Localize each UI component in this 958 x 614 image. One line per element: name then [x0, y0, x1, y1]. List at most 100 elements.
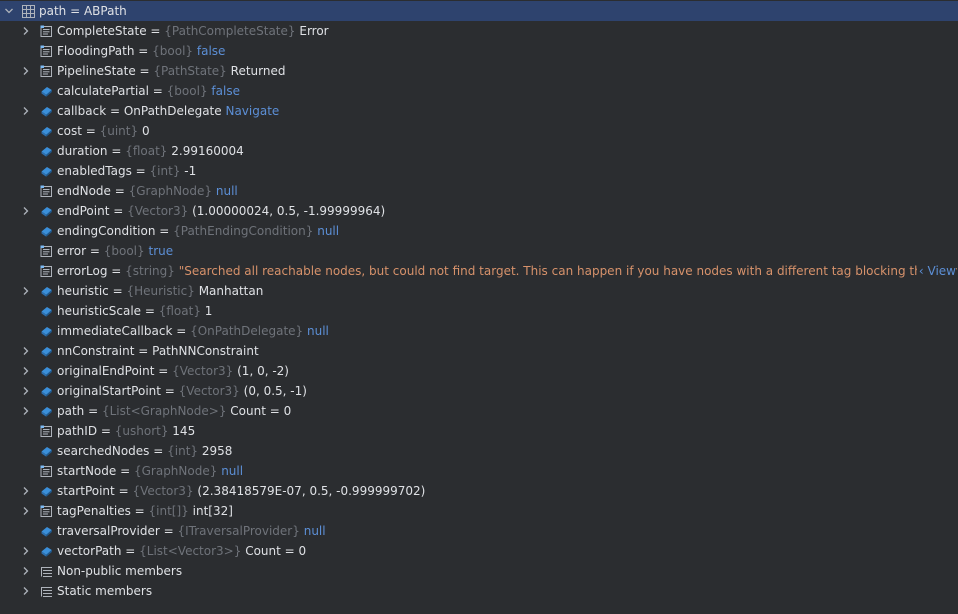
- chevron-right-icon[interactable]: [18, 201, 34, 221]
- field-icon: [39, 144, 53, 158]
- field-icon: [39, 204, 53, 218]
- tree-row[interactable]: endPoint = {Vector3} (1.00000024, 0.5, -…: [0, 201, 958, 221]
- tree-row[interactable]: duration = {float} 2.99160004: [0, 141, 958, 161]
- row-label: endingCondition = {PathEndingCondition} …: [57, 221, 339, 241]
- field-icon: [39, 324, 53, 338]
- variable-name: callback: [57, 104, 107, 118]
- row-label: nnConstraint = PathNNConstraint: [57, 341, 259, 361]
- chevron-right-icon[interactable]: [18, 381, 34, 401]
- row-label: traversalProvider = {ITraversalProvider}…: [57, 521, 326, 541]
- tree-row[interactable]: immediateCallback = {OnPathDelegate} nul…: [0, 321, 958, 341]
- chevron-right-icon[interactable]: [18, 541, 34, 561]
- equals-sign: =: [106, 104, 124, 118]
- variable-type: {float}: [158, 304, 201, 318]
- tree-row[interactable]: CompleteState = {PathCompleteState} Erro…: [0, 21, 958, 41]
- tree-row[interactable]: calculatePartial = {bool} false: [0, 81, 958, 101]
- tree-row[interactable]: traversalProvider = {ITraversalProvider}…: [0, 521, 958, 541]
- equals-sign: =: [97, 424, 115, 438]
- tree-row[interactable]: heuristic = {Heuristic} Manhattan: [0, 281, 958, 301]
- variable-name: FloodingPath: [57, 44, 135, 58]
- equals-sign: =: [146, 24, 165, 38]
- tree-row[interactable]: heuristicScale = {float} 1: [0, 301, 958, 321]
- variable-type: {ushort}: [114, 424, 169, 438]
- tree-row[interactable]: enabledTags = {int} -1: [0, 161, 958, 181]
- tree-row[interactable]: FloodingPath = {bool} false: [0, 41, 958, 61]
- tree-row[interactable]: originalStartPoint = {Vector3} (0, 0.5, …: [0, 381, 958, 401]
- equals-sign: =: [149, 444, 168, 458]
- chevron-right-icon[interactable]: [18, 481, 34, 501]
- tree-row[interactable]: vectorPath = {List<Vector3>} Count = 0: [0, 541, 958, 561]
- variable-name: enabledTags: [57, 164, 132, 178]
- variable-value: Count = 0: [245, 544, 307, 558]
- variable-type: {int}: [149, 164, 181, 178]
- row-label: error = {bool} true: [57, 241, 173, 261]
- row-label: PipelineState = {PathState} Returned: [57, 61, 285, 81]
- tree-row[interactable]: pathID = {ushort} 145: [0, 421, 958, 441]
- chevron-down-icon[interactable]: [1, 1, 17, 21]
- chevron-right-icon[interactable]: [18, 101, 34, 121]
- chevron-right-icon[interactable]: [18, 281, 34, 301]
- tree-root-row[interactable]: path = ABPath: [0, 1, 958, 21]
- variable-value: null: [303, 524, 326, 538]
- tree-row[interactable]: searchedNodes = {int} 2958: [0, 441, 958, 461]
- variable-type: {string}: [125, 264, 175, 278]
- tree-row[interactable]: error = {bool} true: [0, 241, 958, 261]
- chevron-right-icon[interactable]: [18, 501, 34, 521]
- field-icon: [39, 284, 53, 298]
- row-label: duration = {float} 2.99160004: [57, 141, 244, 161]
- tree-row[interactable]: originalEndPoint = {Vector3} (1, 0, -2): [0, 361, 958, 381]
- variable-value: (1, 0, -2): [237, 364, 289, 378]
- variable-type: {GraphNode}: [128, 184, 213, 198]
- variable-value: (1.00000024, 0.5, -1.99999964): [192, 204, 386, 218]
- chevron-right-icon[interactable]: [18, 21, 34, 41]
- tree-row[interactable]: endNode = {GraphNode} null: [0, 181, 958, 201]
- tree-group-row[interactable]: Static members: [0, 581, 958, 601]
- field-icon: [39, 224, 53, 238]
- field-icon: [39, 84, 53, 98]
- field-icon: [39, 544, 53, 558]
- delegate-target-link[interactable]: Navigate: [225, 104, 279, 118]
- variable-name: originalEndPoint: [57, 364, 155, 378]
- tree-row[interactable]: tagPenalties = {int[]} int[32]: [0, 501, 958, 521]
- row-label: endPoint = {Vector3} (1.00000024, 0.5, -…: [57, 201, 385, 221]
- tree-row[interactable]: endingCondition = {PathEndingCondition} …: [0, 221, 958, 241]
- tree-row[interactable]: PipelineState = {PathState} Returned: [0, 61, 958, 81]
- equals-sign: =: [107, 264, 126, 278]
- variable-value: null: [215, 184, 238, 198]
- tree-row[interactable]: errorLog = {string} "Searched all reacha…: [0, 261, 958, 281]
- field-icon: [39, 164, 53, 178]
- tree-row[interactable]: path = {List<GraphNode>} Count = 0: [0, 401, 958, 421]
- variable-type: {Vector3}: [132, 484, 194, 498]
- view-string-link[interactable]: ‹ View: [916, 261, 956, 281]
- chevron-right-icon[interactable]: [18, 401, 34, 421]
- row-label: path = {List<GraphNode>} Count = 0: [57, 401, 291, 421]
- row-label: pathID = {ushort} 145: [57, 421, 195, 441]
- variable-value: (0, 0.5, -1): [243, 384, 307, 398]
- tree-row[interactable]: startPoint = {Vector3} (2.38418579E-07, …: [0, 481, 958, 501]
- variable-value: OnPathDelegate: [123, 104, 222, 118]
- chevron-right-icon[interactable]: [18, 561, 34, 581]
- variable-value: 2958: [201, 444, 233, 458]
- chevron-right-icon[interactable]: [18, 61, 34, 81]
- members-group-icon: [39, 564, 53, 578]
- root-value: ABPath: [83, 4, 127, 18]
- variable-name: calculatePartial: [57, 84, 149, 98]
- chevron-right-icon[interactable]: [18, 581, 34, 601]
- property-icon: [39, 504, 53, 518]
- chevron-right-icon[interactable]: [18, 361, 34, 381]
- debugger-variables-tree: path = ABPath CompleteState = {PathCompl…: [0, 0, 958, 614]
- row-label: callback = OnPathDelegate Navigate: [57, 101, 279, 121]
- variable-name: startPoint: [57, 484, 115, 498]
- variable-name: vectorPath: [57, 544, 122, 558]
- tree-group-row[interactable]: Non-public members: [0, 561, 958, 581]
- variable-name: nnConstraint: [57, 344, 135, 358]
- variable-value: (2.38418579E-07, 0.5, -0.999999702): [197, 484, 426, 498]
- tree-row[interactable]: callback = OnPathDelegate Navigate: [0, 101, 958, 121]
- equals-sign: =: [134, 44, 153, 58]
- chevron-right-icon[interactable]: [18, 341, 34, 361]
- tree-row[interactable]: cost = {uint} 0: [0, 121, 958, 141]
- tree-row[interactable]: startNode = {GraphNode} null: [0, 461, 958, 481]
- property-icon: [39, 184, 53, 198]
- variable-value: "Searched all reachable nodes, but could…: [178, 264, 958, 278]
- tree-row[interactable]: nnConstraint = PathNNConstraint: [0, 341, 958, 361]
